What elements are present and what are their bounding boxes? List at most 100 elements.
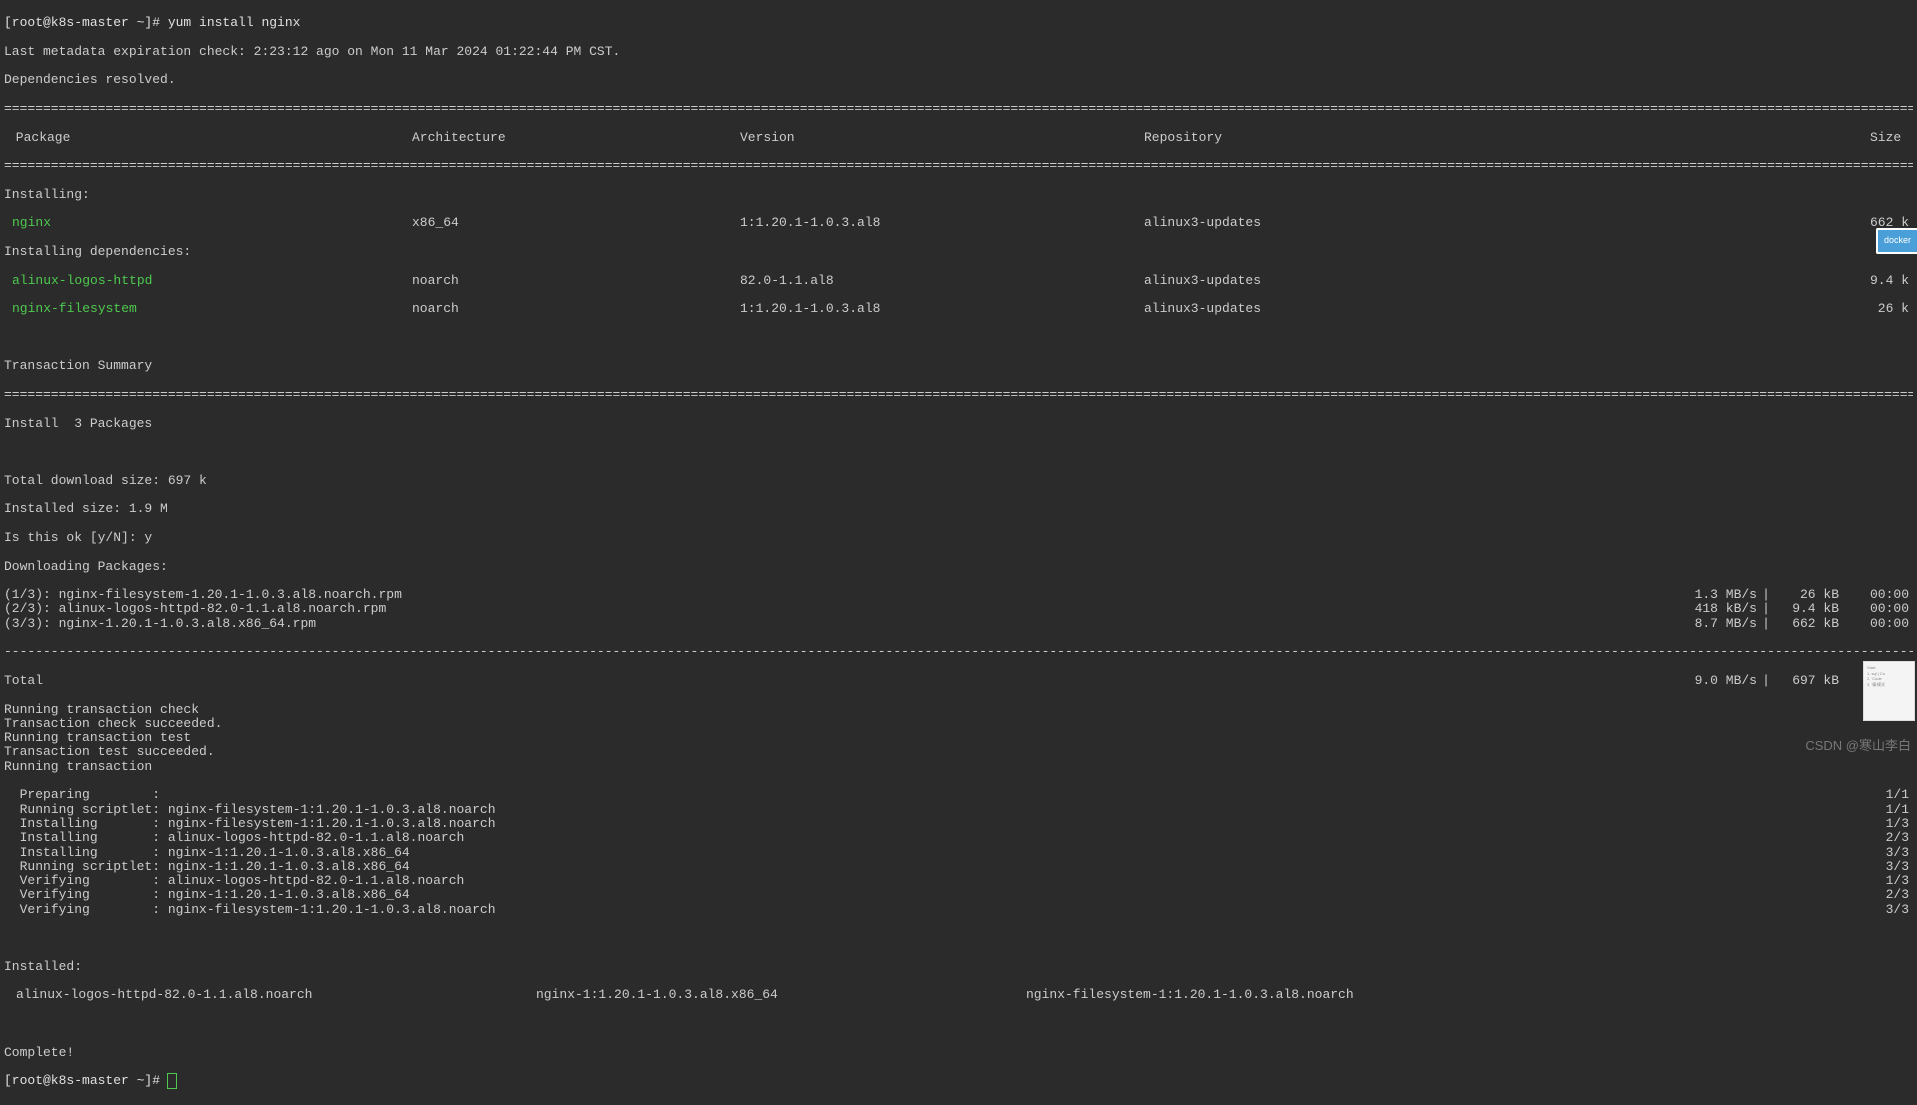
progress-label: Preparing xyxy=(20,788,153,802)
download-time: 00:00 xyxy=(1839,617,1913,631)
progress-count: 1/1 xyxy=(1873,803,1913,817)
transaction-line: Running transaction xyxy=(4,760,1913,774)
download-name: (1/3): nginx-filesystem-1.20.1-1.0.3.al8… xyxy=(4,588,1657,602)
blank-line xyxy=(4,931,1913,945)
transaction-line: Transaction test succeeded. xyxy=(4,745,1913,759)
progress-row: Verifying : alinux-logos-httpd-82.0-1.1.… xyxy=(4,874,1913,888)
pipe-icon: | xyxy=(1757,674,1775,688)
total-download-line: Total download size: 697 k xyxy=(4,474,1913,488)
installed-pkg: alinux-logos-httpd-82.0-1.1.al8.noarch xyxy=(16,988,536,1002)
table-row: nginx x86_64 1:1.20.1-1.0.3.al8 alinux3-… xyxy=(4,216,1913,230)
divider-eq: ========================================… xyxy=(4,102,1913,116)
complete-line: Complete! xyxy=(4,1046,1913,1060)
progress-pkg: nginx-1:1.20.1-1.0.3.al8.x86_64 xyxy=(168,888,1873,902)
progress-sep: : xyxy=(152,888,168,902)
download-total-row: Total 9.0 MB/s | 697 kB 00:00 xyxy=(4,674,1913,688)
pkg-ver: 1:1.20.1-1.0.3.al8 xyxy=(740,302,1144,316)
download-size: 662 kB xyxy=(1775,617,1839,631)
download-time: 00:00 xyxy=(1839,588,1913,602)
pkg-arch: noarch xyxy=(412,302,740,316)
download-row: (2/3): alinux-logos-httpd-82.0-1.1.al8.n… xyxy=(4,602,1913,616)
progress-label: Verifying xyxy=(20,888,153,902)
progress-pkg: nginx-filesystem-1:1.20.1-1.0.3.al8.noar… xyxy=(168,817,1873,831)
progress-pkg: nginx-filesystem-1:1.20.1-1.0.3.al8.noar… xyxy=(168,903,1873,917)
progress-pkg: nginx-1:1.20.1-1.0.3.al8.x86_64 xyxy=(168,860,1873,874)
progress-row: Installing : nginx-1:1.20.1-1.0.3.al8.x8… xyxy=(4,846,1913,860)
progress-label: Running scriptlet xyxy=(20,860,153,874)
installed-size-line: Installed size: 1.9 M xyxy=(4,502,1913,516)
download-name: (2/3): alinux-logos-httpd-82.0-1.1.al8.n… xyxy=(4,602,1657,616)
installed-columns: alinux-logos-httpd-82.0-1.1.al8.noarch n… xyxy=(4,988,1913,1002)
progress-row: Running scriptlet: nginx-filesystem-1:1.… xyxy=(4,803,1913,817)
th-repo: Repository xyxy=(1144,131,1536,145)
table-row: alinux-logos-httpd noarch 82.0-1.1.al8 a… xyxy=(4,274,1913,288)
th-size: Size xyxy=(1536,131,1913,145)
pkg-ver: 82.0-1.1.al8 xyxy=(740,274,1144,288)
progress-pkg: nginx-1:1.20.1-1.0.3.al8.x86_64 xyxy=(168,846,1873,860)
progress-row: Verifying : nginx-filesystem-1:1.20.1-1.… xyxy=(4,903,1913,917)
progress-sep: : xyxy=(152,846,168,860)
pipe-icon: | xyxy=(1757,602,1775,616)
progress-pkg: nginx-filesystem-1:1.20.1-1.0.3.al8.noar… xyxy=(168,803,1873,817)
progress-count: 3/3 xyxy=(1873,846,1913,860)
progress-row: Installing : alinux-logos-httpd-82.0-1.1… xyxy=(4,831,1913,845)
progress-label: Verifying xyxy=(20,903,153,917)
download-list: (1/3): nginx-filesystem-1.20.1-1.0.3.al8… xyxy=(4,588,1913,631)
pkg-repo: alinux3-updates xyxy=(1144,302,1536,316)
progress-row: Preparing : 1/1 xyxy=(4,788,1913,802)
progress-sep: : xyxy=(152,903,168,917)
progress-label: Installing xyxy=(20,817,153,831)
progress-sep: : xyxy=(152,831,168,845)
download-name: (3/3): nginx-1.20.1-1.0.3.al8.x86_64.rpm xyxy=(4,617,1657,631)
transaction-line: Running transaction check xyxy=(4,703,1913,717)
prompt-line-2[interactable]: [root@k8s-master ~]# xyxy=(4,1074,1913,1088)
installed-pkg: nginx-1:1.20.1-1.0.3.al8.x86_64 xyxy=(536,988,1026,1002)
pkg-repo: alinux3-updates xyxy=(1144,216,1536,230)
total-speed: 9.0 MB/s xyxy=(1657,674,1757,688)
pkg-arch: noarch xyxy=(412,274,740,288)
cursor-icon xyxy=(168,1074,176,1088)
side-badge[interactable]: docker xyxy=(1876,228,1917,254)
download-speed: 418 kB/s xyxy=(1657,602,1757,616)
progress-count: 2/3 xyxy=(1873,888,1913,902)
th-version: Version xyxy=(740,131,1144,145)
download-size: 26 kB xyxy=(1775,588,1839,602)
th-arch: Architecture xyxy=(412,131,740,145)
progress-label: Installing xyxy=(20,831,153,845)
download-speed: 8.7 MB/s xyxy=(1657,617,1757,631)
pkg-ver: 1:1.20.1-1.0.3.al8 xyxy=(740,216,1144,230)
total-label: Total xyxy=(4,674,1657,688)
progress-row: Running scriptlet: nginx-1:1.20.1-1.0.3.… xyxy=(4,860,1913,874)
terminal-output[interactable]: [root@k8s-master ~]# yum install nginx L… xyxy=(0,0,1917,1105)
pkg-size: 26 k xyxy=(1536,302,1913,316)
download-speed: 1.3 MB/s xyxy=(1657,588,1757,602)
divider-dash: ----------------------------------------… xyxy=(4,645,1913,659)
installed-label: Installed: xyxy=(4,960,1913,974)
watermark-text: CSDN @寒山李白 xyxy=(1805,739,1911,753)
pkg-name: nginx xyxy=(4,216,412,230)
pkg-size: 9.4 k xyxy=(1536,274,1913,288)
progress-pkg: alinux-logos-httpd-82.0-1.1.al8.noarch xyxy=(168,831,1873,845)
confirm-prompt-line: Is this ok [y/N]: y xyxy=(4,531,1913,545)
download-row: (3/3): nginx-1.20.1-1.0.3.al8.x86_64.rpm… xyxy=(4,617,1913,631)
pipe-icon: | xyxy=(1757,588,1775,602)
progress-label: Verifying xyxy=(20,874,153,888)
progress-row: Installing : nginx-filesystem-1:1.20.1-1… xyxy=(4,817,1913,831)
progress-pkg xyxy=(168,788,1873,802)
pkg-arch: x86_64 xyxy=(412,216,740,230)
pkg-name: alinux-logos-httpd xyxy=(4,274,412,288)
thumbnail-preview[interactable]: Start1. sql | Co2. 'Code3. '精'模式 xyxy=(1863,661,1915,721)
th-package: Package xyxy=(4,131,412,145)
total-size: 697 kB xyxy=(1775,674,1839,688)
table-row: nginx-filesystem noarch 1:1.20.1-1.0.3.a… xyxy=(4,302,1913,316)
progress-count: 3/3 xyxy=(1873,903,1913,917)
pkg-name: nginx-filesystem xyxy=(4,302,412,316)
progress-label: Running scriptlet xyxy=(20,803,153,817)
installing-deps-label: Installing dependencies: xyxy=(4,245,1913,259)
progress-row: Verifying : nginx-1:1.20.1-1.0.3.al8.x86… xyxy=(4,888,1913,902)
progress-sep: : xyxy=(152,817,168,831)
pipe-icon: | xyxy=(1757,617,1775,631)
transaction-summary-label: Transaction Summary xyxy=(4,359,1913,373)
blank-line xyxy=(4,445,1913,459)
transaction-lines: Running transaction checkTransaction che… xyxy=(4,703,1913,774)
